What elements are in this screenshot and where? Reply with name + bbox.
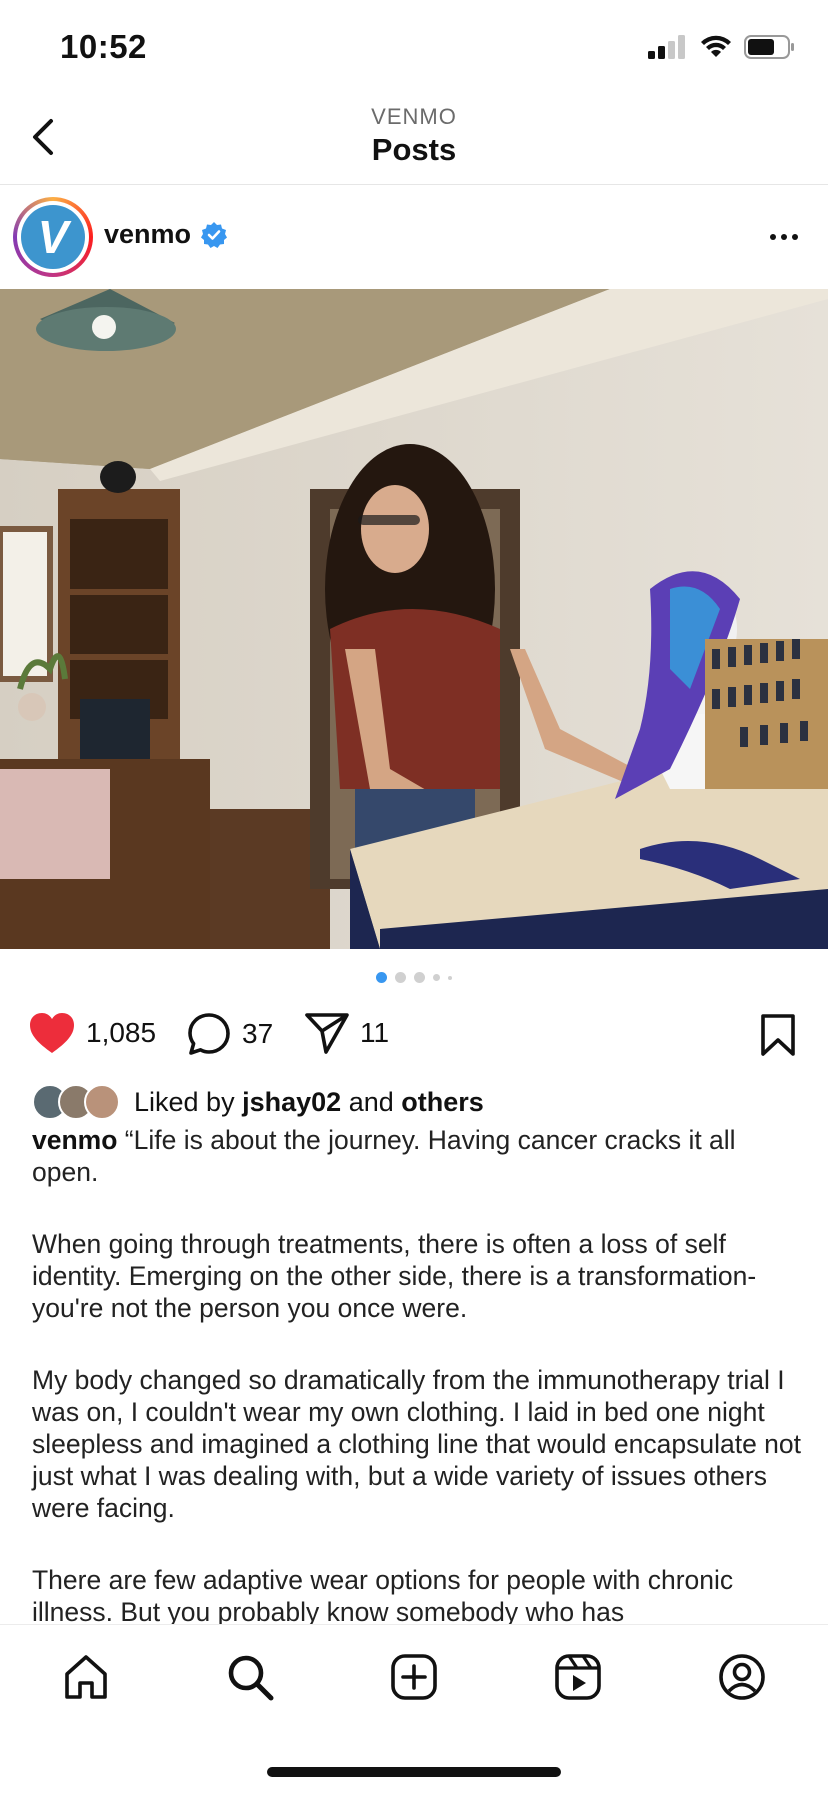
battery-icon xyxy=(744,35,794,59)
page-header: VENMO Posts xyxy=(0,90,828,185)
carousel-dot xyxy=(433,974,440,981)
heart-filled-icon xyxy=(30,1013,74,1053)
liked-by-and: and xyxy=(348,1086,394,1117)
comment-button[interactable]: 37 xyxy=(186,1011,273,1057)
avatar xyxy=(84,1084,120,1120)
caption-text: “Life is about the journey. Having cance… xyxy=(32,1125,736,1187)
more-dot-icon xyxy=(781,234,787,240)
bottom-nav xyxy=(0,1624,828,1793)
caption-paragraph: When going through treatments, there is … xyxy=(32,1229,757,1323)
post-username[interactable]: venmo xyxy=(104,219,191,250)
carousel-indicator xyxy=(0,972,828,983)
nav-home[interactable] xyxy=(56,1647,116,1707)
more-dot-icon xyxy=(770,234,776,240)
share-count: 11 xyxy=(360,1017,390,1048)
nav-search[interactable] xyxy=(220,1647,280,1707)
bookmark-icon xyxy=(761,1014,795,1056)
liked-by-row[interactable]: Liked by jshay02 and others xyxy=(32,1082,484,1122)
more-dot-icon xyxy=(792,234,798,240)
caption-paragraph: venmo “Life is about the journey. Having… xyxy=(32,1124,802,1188)
post-header: V venmo xyxy=(0,185,828,289)
share-button[interactable]: 11 xyxy=(304,1011,389,1055)
home-icon xyxy=(65,1655,107,1699)
save-button[interactable] xyxy=(760,1013,796,1062)
post-actions: 1,085 37 11 xyxy=(0,1005,828,1065)
header-subtitle: VENMO xyxy=(371,104,457,129)
nav-create[interactable] xyxy=(384,1647,444,1707)
wifi-icon xyxy=(701,35,731,57)
comment-count: 37 xyxy=(242,1018,274,1049)
like-button[interactable]: 1,085 xyxy=(28,1011,156,1055)
liked-by-user[interactable]: jshay02 xyxy=(242,1087,341,1118)
caption-paragraph: My body changed so dramatically from the… xyxy=(32,1365,802,1523)
avatar-story-ring[interactable]: V xyxy=(13,197,93,277)
reels-icon xyxy=(555,1654,601,1700)
like-count: 1,085 xyxy=(86,1017,157,1048)
search-icon xyxy=(228,1655,274,1701)
post-caption: venmo “Life is about the journey. Having… xyxy=(32,1124,802,1668)
nav-reels[interactable] xyxy=(548,1647,608,1707)
caption-paragraph: There are few adaptive wear options for … xyxy=(32,1565,734,1627)
status-icons xyxy=(648,34,796,60)
more-options-button[interactable] xyxy=(762,219,806,255)
post-image[interactable] xyxy=(0,289,828,949)
status-time: 10:52 xyxy=(60,28,147,65)
create-icon xyxy=(391,1654,437,1700)
page-title: Posts xyxy=(371,132,457,167)
home-indicator[interactable] xyxy=(267,1767,561,1777)
carousel-dot xyxy=(414,972,425,983)
liked-by-others[interactable]: others xyxy=(401,1087,484,1118)
comment-icon xyxy=(188,1013,230,1055)
avatar: V xyxy=(21,205,85,269)
post-photo-illustration xyxy=(0,289,828,949)
profile-icon xyxy=(719,1654,765,1700)
cellular-signal-icon xyxy=(648,35,685,59)
verified-badge-icon xyxy=(201,222,227,248)
carousel-dot xyxy=(448,975,452,980)
carousel-dot xyxy=(376,972,387,983)
carousel-dot xyxy=(395,972,406,983)
nav-profile[interactable] xyxy=(712,1647,772,1707)
caption-username[interactable]: venmo xyxy=(32,1125,117,1155)
liked-by-prefix: Liked by xyxy=(134,1086,235,1117)
send-icon xyxy=(305,1013,349,1054)
liked-by-avatars xyxy=(32,1084,120,1120)
